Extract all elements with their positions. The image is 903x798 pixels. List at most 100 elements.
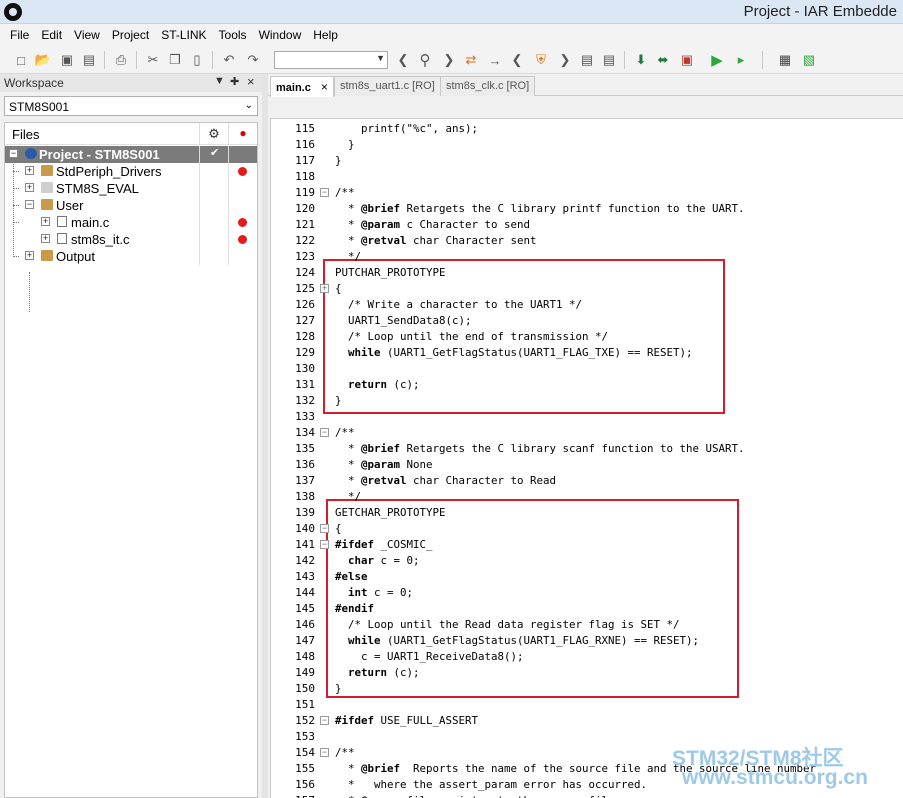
code-line[interactable]: 149 return (c); xyxy=(271,665,903,681)
code-line[interactable]: 117} xyxy=(271,153,903,169)
build-icon[interactable]: ▦ xyxy=(776,51,794,69)
tree-item-stm8s-eval[interactable]: + STM8S_EVAL xyxy=(5,180,257,197)
tree-item-user[interactable]: − User xyxy=(5,197,257,214)
code-line[interactable]: 126 /* Write a character to the UART1 */ xyxy=(271,297,903,313)
code-line[interactable]: 127 UART1_SendData8(c); xyxy=(271,313,903,329)
menu-st-link[interactable]: ST-LINK xyxy=(155,28,212,42)
code-line[interactable]: 139 GETCHAR_PROTOTYPE xyxy=(271,505,903,521)
open-icon[interactable]: 📂 xyxy=(34,51,52,69)
new-file-icon[interactable]: □ xyxy=(12,51,30,69)
code-line[interactable]: 132} xyxy=(271,393,903,409)
tab-stm8s-clk-c[interactable]: stm8s_clk.c [RO] xyxy=(440,76,536,96)
download-icon[interactable]: ⬇ xyxy=(632,51,650,69)
tree-item-stdperiph-drivers[interactable]: + StdPeriph_Drivers xyxy=(5,163,257,180)
code-line[interactable]: 123 */ xyxy=(271,249,903,265)
copy-icon[interactable]: ❐ xyxy=(166,51,184,69)
code-line[interactable]: 147 while (UART1_GetFlagStatus(UART1_FLA… xyxy=(271,633,903,649)
configuration-select[interactable]: STM8S001 ⌄ xyxy=(4,96,258,116)
code-line[interactable]: 150} xyxy=(271,681,903,697)
code-line[interactable]: 129 while (UART1_GetFlagStatus(UART1_FLA… xyxy=(271,345,903,361)
expand-icon[interactable]: + xyxy=(25,251,34,260)
pin-icon[interactable]: ✚ xyxy=(230,75,239,88)
code-line[interactable]: 120 * @brief Retargets the C library pri… xyxy=(271,201,903,217)
search-forward-icon[interactable]: ❯ xyxy=(440,51,458,69)
menu-view[interactable]: View xyxy=(68,28,106,42)
collapse-icon[interactable]: − xyxy=(9,149,18,158)
find-combo[interactable]: ▼ xyxy=(274,51,388,69)
code-line[interactable]: 138 */ xyxy=(271,489,903,505)
nav-forward-icon[interactable]: ❯ xyxy=(556,51,574,69)
file-prev-icon[interactable]: ▤ xyxy=(578,51,596,69)
download-debug-icon[interactable]: ⬌ xyxy=(654,51,672,69)
make-icon[interactable]: ▣ xyxy=(678,51,696,69)
menu-help[interactable]: Help xyxy=(307,28,344,42)
code-line[interactable]: 142 char c = 0; xyxy=(271,553,903,569)
code-line[interactable]: 141− #ifdef _COSMIC_ xyxy=(271,537,903,553)
code-line[interactable]: 118 xyxy=(271,169,903,185)
menu-window[interactable]: Window xyxy=(253,28,308,42)
code-line[interactable]: 135 * @brief Retargets the C library sca… xyxy=(271,441,903,457)
paste-icon[interactable]: ▯ xyxy=(188,51,206,69)
fold-toggle-icon[interactable]: + xyxy=(320,284,329,293)
expand-icon[interactable]: + xyxy=(25,183,34,192)
fold-toggle-icon[interactable]: − xyxy=(320,748,329,757)
menu-edit[interactable]: Edit xyxy=(35,28,68,42)
code-line[interactable]: 119−/** xyxy=(271,185,903,201)
panel-menu-icon[interactable]: ▼ xyxy=(214,75,225,87)
debug-icon[interactable]: ▶ xyxy=(708,51,726,69)
code-line[interactable]: 157 * @param file: pointer to the source… xyxy=(271,793,903,798)
menu-file[interactable]: File xyxy=(4,28,35,42)
print-icon[interactable]: ⎙ xyxy=(112,51,130,69)
tree-item-main-c[interactable]: + main.c xyxy=(5,214,257,231)
code-line[interactable]: 133 xyxy=(271,409,903,425)
fold-toggle-icon[interactable]: − xyxy=(320,428,329,437)
tree-item-stm8s-it-c[interactable]: + stm8s_it.c xyxy=(5,231,257,248)
code-line[interactable]: 125 + { xyxy=(271,281,903,297)
expand-icon[interactable]: + xyxy=(25,166,34,175)
fold-toggle-icon[interactable]: − xyxy=(320,188,329,197)
code-line[interactable]: 146 /* Loop until the Read data register… xyxy=(271,617,903,633)
expand-icon[interactable]: + xyxy=(41,217,50,226)
find-icon[interactable]: ⚲ xyxy=(416,51,434,69)
code-line[interactable]: 148 c = UART1_ReceiveData8(); xyxy=(271,649,903,665)
code-line[interactable]: 136 * @param None xyxy=(271,457,903,473)
goto-icon[interactable]: → xyxy=(486,51,504,69)
code-line[interactable]: 144 int c = 0; xyxy=(271,585,903,601)
code-line[interactable]: 137 * @retval char Character to Read xyxy=(271,473,903,489)
status-column-icon[interactable]: ● xyxy=(228,123,257,145)
code-line[interactable]: 124 PUTCHAR_PROTOTYPE xyxy=(271,265,903,281)
search-back-icon[interactable]: ❮ xyxy=(394,51,412,69)
close-tab-icon[interactable]: × xyxy=(321,80,328,94)
code-line[interactable]: 122 * @retval char Character sent xyxy=(271,233,903,249)
stop-build-icon[interactable]: ▧ xyxy=(800,51,818,69)
code-line[interactable]: 145 #endif xyxy=(271,601,903,617)
menu-project[interactable]: Project xyxy=(106,28,155,42)
code-line[interactable]: 151 xyxy=(271,697,903,713)
bookmark-icon[interactable]: ⛨ xyxy=(532,51,550,69)
replace-icon[interactable]: ⇄ xyxy=(462,51,480,69)
tree-item-output[interactable]: + Output xyxy=(5,248,257,265)
code-line[interactable]: 130 xyxy=(271,361,903,377)
save-all-icon[interactable]: ▤ xyxy=(80,51,98,69)
code-line[interactable]: 152− #ifdef USE_FULL_ASSERT xyxy=(271,713,903,729)
code-line[interactable]: 116 } xyxy=(271,137,903,153)
run-icon[interactable]: ▸ xyxy=(732,51,750,69)
code-line[interactable]: 128 /* Loop until the end of transmissio… xyxy=(271,329,903,345)
code-editor[interactable]: 115 printf("%c", ans); 116 } 117} 118 119−/*… xyxy=(270,118,903,798)
code-line[interactable]: 131 return (c); xyxy=(271,377,903,393)
redo-icon[interactable]: ↷ xyxy=(244,51,262,69)
code-line[interactable]: 115 printf("%c", ans); xyxy=(271,121,903,137)
expand-icon[interactable]: + xyxy=(41,234,50,243)
save-icon[interactable]: ▣ xyxy=(58,51,76,69)
file-next-icon[interactable]: ▤ xyxy=(600,51,618,69)
fold-toggle-icon[interactable]: − xyxy=(320,716,329,725)
code-line[interactable]: 134−/** xyxy=(271,425,903,441)
tree-item-project[interactable]: − Project - STM8S001 ✔ xyxy=(5,146,257,163)
close-icon[interactable]: × xyxy=(247,74,255,89)
nav-back-icon[interactable]: ❮ xyxy=(508,51,526,69)
code-line[interactable]: 140−{ xyxy=(271,521,903,537)
cut-icon[interactable]: ✂ xyxy=(144,51,162,69)
undo-icon[interactable]: ↶ xyxy=(220,51,238,69)
settings-column-icon[interactable]: ⚙ xyxy=(199,123,228,145)
menu-tools[interactable]: Tools xyxy=(213,28,253,42)
